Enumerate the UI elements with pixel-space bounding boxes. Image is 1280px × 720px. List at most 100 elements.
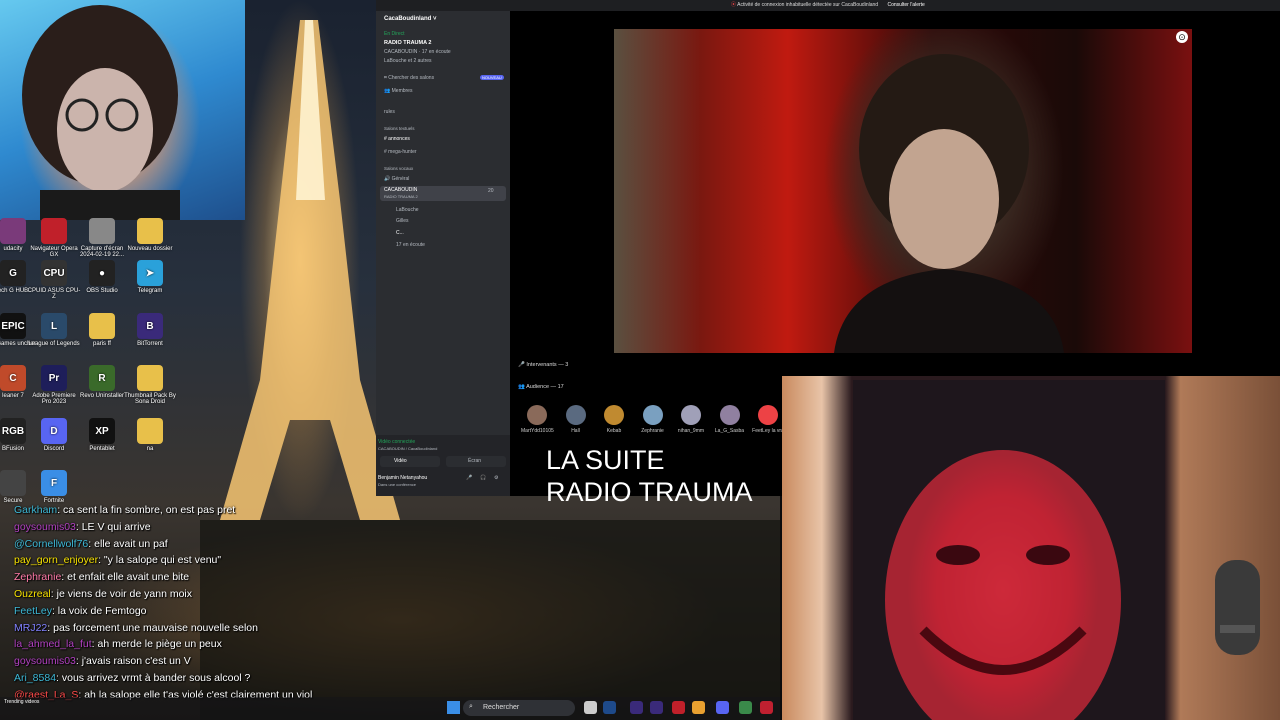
chat-username[interactable]: FeetLey	[14, 605, 52, 617]
audience-member[interactable]: Kebab	[598, 405, 630, 434]
app-icon: RGB	[0, 418, 26, 444]
alert-link[interactable]: Consulter l'alerte	[887, 2, 924, 8]
chat-username[interactable]: MRJ22	[14, 622, 47, 634]
channel-mega-hunter[interactable]: # mega-hunter	[384, 149, 417, 155]
desktop-icon[interactable]: CPU CPUID ASUS CPU-Z	[27, 260, 81, 300]
settings-gear-icon[interactable]: ⚙	[494, 475, 498, 481]
video-button[interactable]: Vidéo	[380, 456, 440, 467]
desktop-icon-label: na	[146, 446, 154, 452]
voice-channel-general[interactable]: 🔊 Général	[384, 176, 409, 182]
taskbar-search[interactable]: ⌕ Rechercher	[463, 700, 575, 716]
opera-gx-taskbar-icon[interactable]	[672, 701, 685, 714]
desktop-icon[interactable]: Capture d'écran 2024-02-19 22...	[75, 218, 129, 258]
app-icon	[89, 218, 115, 244]
audience-name: Zephranie	[641, 428, 664, 434]
stage-name[interactable]: RADIO TRAUMA 2	[384, 40, 431, 46]
desktop-icon[interactable]: R Revo Uninstaller	[75, 365, 129, 399]
desktop-icon[interactable]: L League of Legends	[27, 313, 81, 347]
audience-member[interactable]: La_G_Sasba	[714, 405, 746, 434]
desktop-icon-label: Telegram	[137, 288, 163, 294]
desktop-icon[interactable]: XP Pentablet	[75, 418, 129, 452]
desktop-icon[interactable]: Pr Adobe Premiere Pro 2023	[27, 365, 81, 405]
app-icon	[137, 218, 163, 244]
chat-text: la voix de Femtogo	[57, 604, 147, 617]
chat-username[interactable]: Garkham	[14, 504, 57, 516]
voice-user[interactable]: LaBouche	[396, 207, 419, 213]
search-icon: ⌕	[469, 703, 473, 710]
headphones-icon[interactable]: 🎧	[480, 475, 486, 481]
face-shape	[885, 450, 1121, 720]
voice-user[interactable]: C...	[396, 230, 404, 236]
app-icon	[41, 218, 67, 244]
app-icon: L	[41, 313, 67, 339]
stage-video-stream[interactable]	[614, 29, 1192, 353]
chrome-taskbar-icon[interactable]	[739, 701, 752, 714]
server-name[interactable]: CacaBoudinland ˅	[384, 16, 437, 22]
chat-username[interactable]: la_ahmed_la_fut	[14, 638, 92, 650]
desktop-icon[interactable]: ➤ Telegram	[123, 260, 177, 294]
chat-text: LE V qui arrive	[81, 520, 151, 533]
members-link[interactable]: 👥 Membres	[384, 88, 412, 94]
fullscreen-icon[interactable]: ⊙	[1176, 31, 1188, 43]
rules-channel[interactable]: rules	[384, 109, 395, 115]
audience-member[interactable]: nihan_9mm	[675, 405, 707, 434]
overlay-title-line: RADIO TRAUMA	[546, 477, 753, 507]
task-view-icon[interactable]	[584, 701, 597, 714]
audience-member[interactable]: MartYdd10105	[521, 405, 554, 434]
chat-message: MRJ22: pas forcement une mauvaise nouvel…	[14, 620, 258, 637]
mic-icon[interactable]: 🎤	[466, 475, 472, 481]
app-icon: ●	[89, 260, 115, 286]
avatar	[758, 405, 778, 425]
app-icon	[137, 418, 163, 444]
audience-member[interactable]: FeetLey la vra	[752, 405, 784, 434]
voice-user[interactable]: Gilles	[396, 218, 409, 224]
desktop-icon[interactable]: D Discord	[27, 418, 81, 452]
avatar	[565, 405, 586, 425]
windows-start-icon[interactable]	[447, 701, 460, 714]
desktop-icon[interactable]: na	[123, 418, 177, 452]
chat-username[interactable]: goysoumis03	[14, 655, 76, 667]
vlc-taskbar-icon[interactable]	[692, 701, 705, 714]
desktop-icon[interactable]: Nouveau dossier	[123, 218, 177, 252]
app-taskbar-icon[interactable]	[760, 701, 773, 714]
desktop-icon[interactable]: paris ff	[75, 313, 129, 347]
audience-member[interactable]: Zephranie	[637, 405, 669, 434]
chat-username[interactable]: goysoumis03	[14, 521, 76, 533]
chat-username[interactable]: Ouzreal	[14, 588, 51, 600]
live-badge: En Direct	[384, 31, 405, 37]
new-badge: NOUVEAU	[480, 75, 504, 80]
chat-username[interactable]: @Cornellwolf76	[14, 538, 88, 550]
audience-name: MartYdd10105	[521, 428, 554, 434]
discord-taskbar-icon[interactable]	[716, 701, 729, 714]
user-name[interactable]: Benjamin Netanyahou	[378, 475, 427, 481]
chat-username[interactable]: Ari_8584	[14, 672, 56, 684]
chat-username[interactable]: pay_gorn_enjoyer	[14, 554, 98, 566]
chat-message: Garkham: ca sent la fin sombre, on est p…	[14, 502, 235, 519]
desktop-icon-label: Capture d'écran 2024-02-19 22...	[79, 246, 125, 258]
trending-widget[interactable]: Trending videos	[4, 699, 39, 705]
text-category[interactable]: Salons textuels	[384, 126, 415, 131]
desktop-icon[interactable]: F Fortnite	[27, 470, 81, 504]
screen-share-button[interactable]: Écran	[446, 456, 506, 467]
desktop-icon[interactable]: B BitTorrent	[123, 313, 177, 347]
overlay-title-line: LA SUITE	[546, 445, 665, 475]
desktop-icon[interactable]: Navigateur Opera GX	[27, 218, 81, 258]
photoshop-taskbar-icon[interactable]	[603, 701, 616, 714]
voice-channel-cacaboudin[interactable]: CACABOUDIN RADIO TRAUMA 2 20	[380, 186, 506, 201]
desktop-icon[interactable]: Thumbnail Pack By Sona Droid	[123, 365, 177, 405]
app-icon: C	[0, 365, 26, 391]
audience-member[interactable]: Hall	[560, 405, 592, 434]
chat-message: la_ahmed_la_fut: ah merde le piège un pe…	[14, 636, 222, 653]
desktop-icon-label: Navigateur Opera GX	[30, 246, 78, 258]
stage-speakers: LaBouche et 2 autres	[384, 58, 432, 64]
voice-connection-panel: Vidéo connectée CACABOUDIN / CacaBoudinl…	[376, 435, 510, 496]
webcam-person	[22, 5, 180, 220]
premiere-pro-taskbar-icon[interactable]	[650, 701, 663, 714]
browse-channels[interactable]: ⌗ Chercher des salons	[384, 75, 434, 81]
desktop-icon[interactable]: ● OBS Studio	[75, 260, 129, 294]
premiere-taskbar-icon[interactable]	[630, 701, 643, 714]
channel-annonces[interactable]: # annonces	[384, 136, 410, 142]
chat-username[interactable]: Zephranie	[14, 571, 61, 583]
chat-text: ah merde le piège un peux	[97, 638, 222, 651]
voice-category[interactable]: Salons vocaux	[384, 166, 413, 171]
